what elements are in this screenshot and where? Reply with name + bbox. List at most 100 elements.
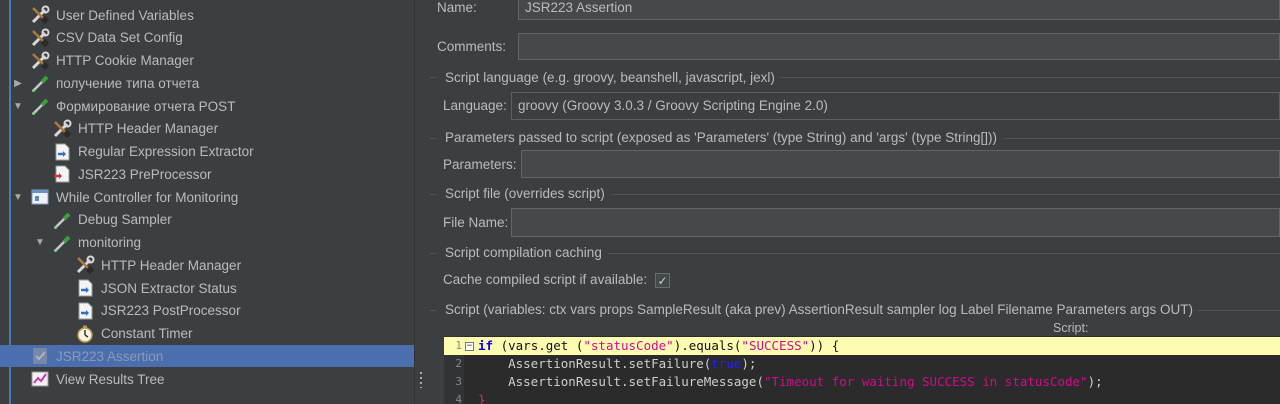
line-number: 3	[455, 375, 462, 388]
tree-item-label: Constant Timer	[101, 326, 193, 341]
splitter-grip-icon[interactable]	[420, 372, 422, 388]
document-red-arrow-icon	[52, 164, 72, 184]
script-section-title: Script (variables: ctx vars props Sample…	[445, 302, 1194, 317]
document-arrow-icon	[75, 278, 95, 298]
controller-icon	[30, 187, 50, 207]
comments-field[interactable]	[518, 33, 1280, 60]
code-token: (vars.get (	[493, 338, 584, 353]
tree-item-label: JSR223 PreProcessor	[78, 166, 212, 182]
script-editor[interactable]: 1− if (vars.get ("statusCode").equals("SU…	[444, 336, 1280, 404]
tree-item[interactable]: ▶CSV Data Set Config	[0, 27, 414, 49]
code-token: true	[711, 356, 742, 371]
wrench-screwdriver-icon	[52, 119, 72, 139]
pipette-icon	[52, 233, 72, 253]
tree-item[interactable]: ▶JSR223 Assertion	[0, 345, 414, 368]
test-plan-tree[interactable]: ▶User Defined Variables▶CSV Data Set Con…	[0, 0, 414, 404]
code-token: "SUCCESS"	[741, 338, 810, 353]
cache-checkbox[interactable]: ✓	[655, 273, 670, 288]
wrench-screwdriver-icon	[30, 51, 50, 71]
tree-item-label: CSV Data Set Config	[56, 30, 183, 46]
code-token: }	[478, 392, 486, 404]
language-label: Language:	[443, 98, 507, 113]
collapse-arrow-icon[interactable]: ▶	[12, 78, 24, 89]
tree-item[interactable]: ▼ monitoring	[0, 232, 414, 254]
code-token: "Timeout for waiting SUCCESS in statusCo…	[763, 374, 1088, 389]
tree-item-label: User Defined Variables	[56, 7, 194, 23]
section-divider	[1004, 138, 1280, 139]
code-token: "statusCode"	[583, 338, 674, 353]
section-divider	[430, 77, 436, 78]
tree-item[interactable]: ▶HTTP Header Manager	[0, 254, 414, 276]
expand-arrow-icon[interactable]: ▼	[34, 237, 46, 248]
expand-arrow-icon[interactable]: ▼	[12, 192, 24, 203]
checkmark-icon: ✓	[657, 273, 668, 288]
cache-label: Cache compiled script if available:	[443, 272, 648, 287]
section-divider	[612, 194, 1280, 195]
code-token: ).equals(	[673, 338, 742, 353]
tree-item-label: Формирование отчета POST	[56, 98, 236, 114]
section-divider	[608, 253, 1280, 254]
chart-icon	[30, 369, 50, 389]
tree-item[interactable]: ▶Regular Expression Extractor	[0, 141, 414, 163]
expand-arrow-icon[interactable]: ▼	[12, 101, 24, 112]
code-line[interactable]: 3 AssertionResult.setFailureMessage("Tim…	[444, 373, 1280, 391]
tree-item-label: JSON Extractor Status	[101, 280, 237, 296]
code-line[interactable]: 4}	[444, 391, 1280, 404]
tree-item-label: JSR223 Assertion	[56, 348, 164, 364]
code-text: AssertionResult.setFailure(true);	[478, 355, 756, 373]
code-text: AssertionResult.setFailureMessage("Timeo…	[478, 373, 1103, 391]
section-divider	[430, 138, 436, 139]
line-number: 1	[455, 339, 462, 352]
comments-label: Comments:	[437, 39, 507, 54]
tree-item-label: JSR223 PostProcessor	[101, 303, 241, 319]
code-token: AssertionResult.setFailureMessage(	[478, 374, 764, 389]
code-text: if (vars.get ("statusCode").equals("SUCC…	[478, 337, 839, 355]
line-number: 2	[455, 357, 462, 370]
language-select[interactable]: groovy (Groovy 3.0.3 / Groovy Scripting …	[511, 92, 1280, 120]
name-field[interactable]: JSR223 Assertion	[518, 0, 1280, 20]
tree-item[interactable]: ▶JSR223 PreProcessor	[0, 163, 414, 185]
section-divider	[430, 310, 436, 311]
section-divider	[430, 253, 436, 254]
wrench-screwdriver-icon	[30, 28, 50, 48]
parameters-section-title: Parameters passed to script (exposed as …	[445, 130, 998, 145]
tree-item[interactable]: ▶HTTP Cookie Manager	[0, 50, 414, 72]
tree-item[interactable]: ▼ Формирование отчета POST	[0, 95, 414, 117]
tree-item[interactable]: ▶Constant Timer	[0, 323, 414, 345]
caching-section-title: Script compilation caching	[445, 245, 602, 260]
file-name-field[interactable]	[511, 208, 1280, 237]
tree-item[interactable]: ▶JSON Extractor Status	[0, 277, 414, 299]
section-divider	[430, 194, 436, 195]
tree-item[interactable]: ▶ получение типа отчета	[0, 72, 414, 94]
tree-item[interactable]: ▶HTTP Header Manager	[0, 118, 414, 140]
section-divider	[1198, 310, 1280, 311]
tree-item-label: monitoring	[78, 235, 142, 250]
fold-toggle-icon[interactable]: −	[465, 342, 474, 351]
pipette-icon	[30, 96, 50, 116]
code-token: )) {	[809, 338, 840, 353]
tree-item[interactable]: ▶JSR223 PostProcessor	[0, 300, 414, 322]
script-label: Script:	[1053, 321, 1089, 335]
tree-item-label: HTTP Header Manager	[78, 121, 219, 137]
tree-item[interactable]: ▶Debug Sampler	[0, 209, 414, 231]
tree-item-label: HTTP Cookie Manager	[56, 53, 194, 68]
tree-item-label: Regular Expression Extractor	[78, 144, 254, 159]
tree-item[interactable]: ▼ While Controller for Monitoring	[0, 186, 414, 208]
pipette-icon	[30, 73, 50, 93]
tree-item[interactable]: ▶View Results Tree	[0, 368, 414, 390]
tree-item-label: получение типа отчета	[56, 75, 200, 91]
tree-item-label: HTTP Header Manager	[101, 257, 242, 273]
parameters-field[interactable]	[521, 150, 1280, 178]
code-text: }	[478, 391, 486, 404]
name-label: Name:	[437, 0, 477, 15]
code-token: );	[741, 356, 757, 371]
tree-item-label: View Results Tree	[56, 371, 165, 387]
tree-item[interactable]: ▶User Defined Variables	[0, 4, 414, 26]
parameters-label: Parameters:	[443, 157, 517, 172]
code-line[interactable]: 1− if (vars.get ("statusCode").equals("SU…	[444, 337, 1280, 355]
script-language-section-title: Script language (e.g. groovy, beanshell,…	[445, 70, 775, 85]
code-token: AssertionResult.setFailure(	[478, 356, 712, 371]
code-line[interactable]: 2 AssertionResult.setFailure(true);	[444, 355, 1280, 373]
assertion-icon	[30, 346, 50, 366]
file-name-label: File Name:	[443, 215, 509, 230]
